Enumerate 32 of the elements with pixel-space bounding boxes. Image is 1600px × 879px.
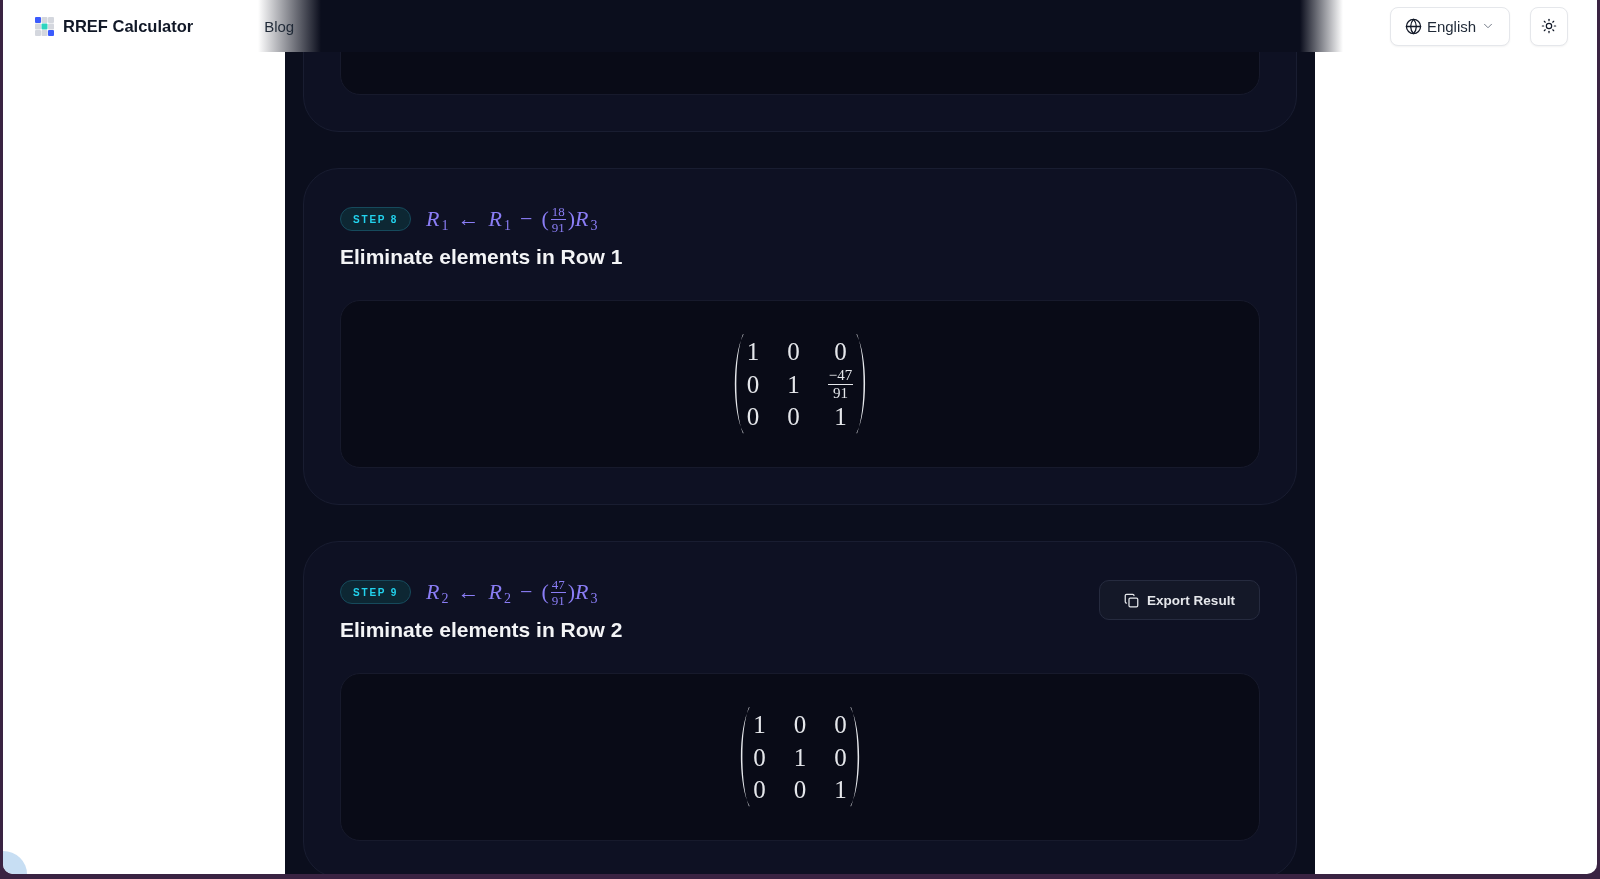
matrix-entry: 0: [753, 777, 766, 802]
matrix-entry: −47 91: [827, 367, 854, 401]
matrix-entry: 1: [787, 371, 800, 397]
export-result-button[interactable]: Export Result: [1099, 580, 1260, 620]
matrix-entry: 1: [834, 777, 847, 802]
step-badge: STEP 8: [340, 207, 412, 231]
matrix-entry: 0: [787, 339, 800, 364]
matrix-entry: 0: [834, 712, 847, 737]
floating-button[interactable]: [3, 851, 27, 874]
matrix-entry: 1: [753, 712, 766, 737]
globe-icon: [1404, 17, 1422, 35]
copy-icon: [1124, 592, 1140, 608]
language-button[interactable]: English: [1390, 6, 1510, 46]
step-title: Eliminate elements in Row 2: [340, 617, 623, 643]
matrix-entry: 0: [793, 777, 807, 802]
matrix-entry: 0: [787, 404, 800, 429]
logo-grid-icon: [35, 16, 54, 36]
theme-toggle-button[interactable]: [1530, 6, 1568, 46]
step-title: Eliminate elements in Row 1: [340, 244, 623, 270]
matrix-entry: 0: [834, 744, 847, 770]
step-badge: STEP 9: [340, 580, 412, 604]
sun-icon: [1541, 18, 1557, 34]
matrix-entry: 0: [834, 339, 847, 364]
matrix-entry: 1: [834, 404, 847, 429]
matrix-entry: 1: [746, 339, 760, 364]
matrix-entry: 0: [746, 371, 760, 397]
matrix-entry: 0: [793, 712, 807, 737]
matrix-entry: 0: [746, 404, 760, 429]
matrix-entry: 1: [793, 744, 807, 770]
logo-text[interactable]: RREF Calculator: [63, 16, 194, 36]
matrix-entry: 0: [753, 744, 766, 770]
nav-link[interactable]: Blog: [264, 17, 295, 35]
